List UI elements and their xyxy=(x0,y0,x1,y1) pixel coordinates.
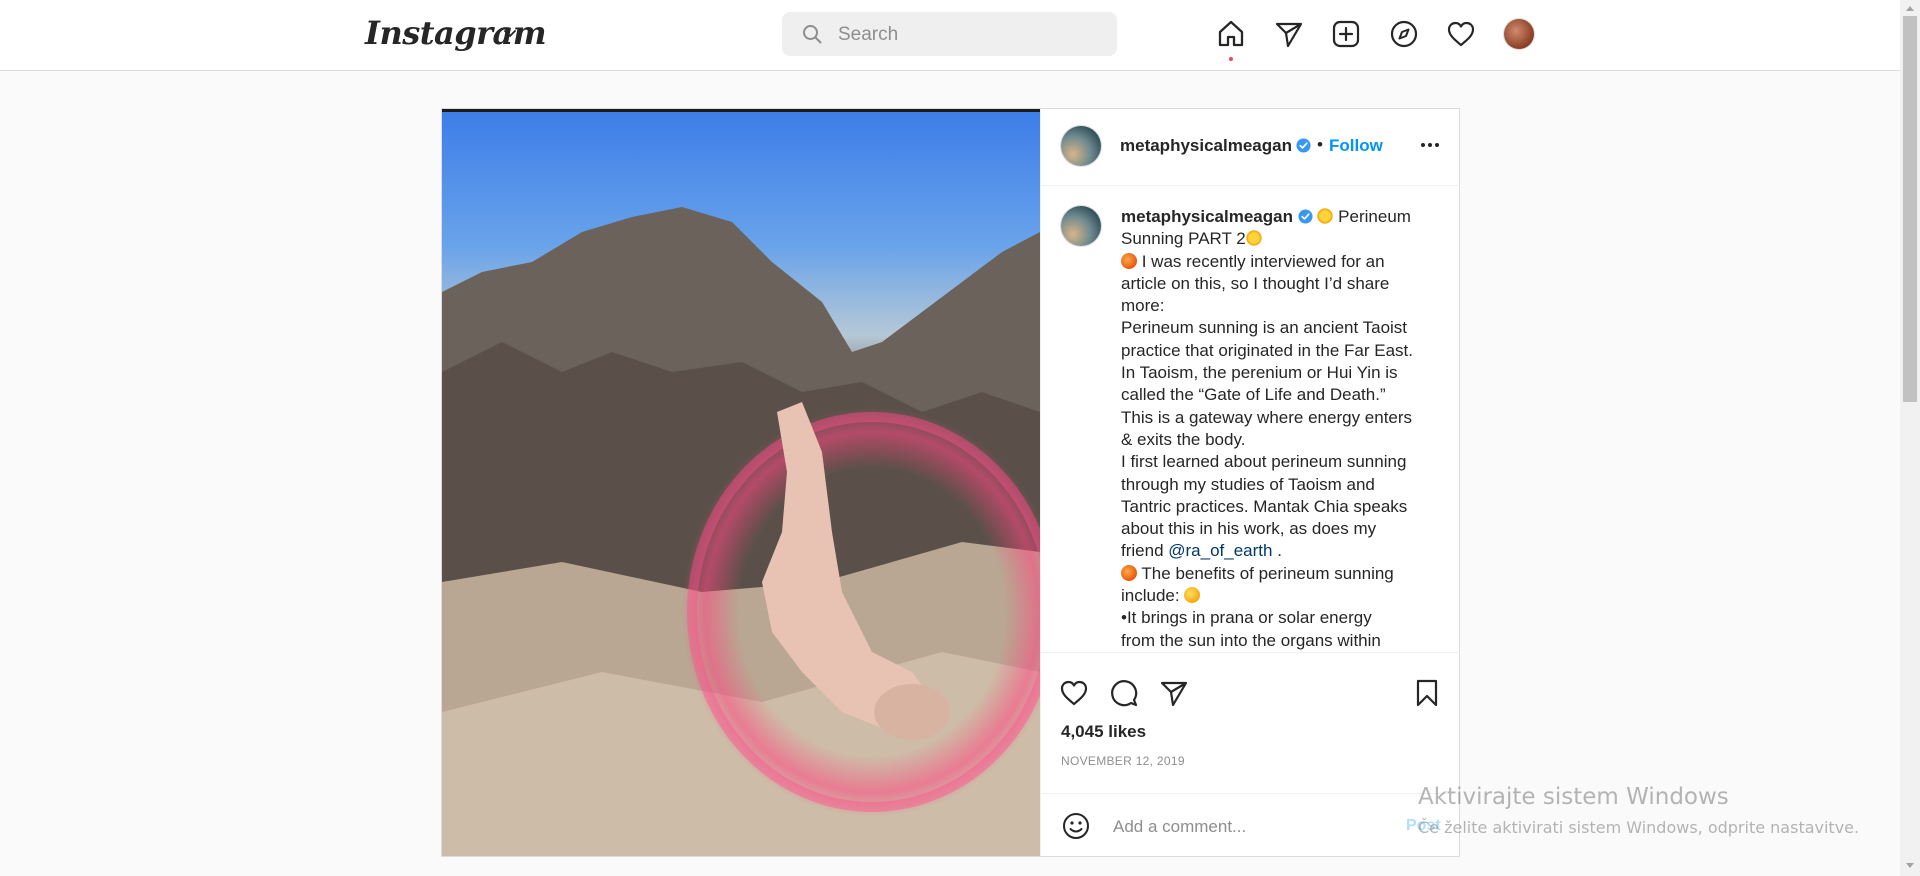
caption-line: Sunning PART 2 xyxy=(1121,228,1437,250)
caption-line: I was recently interviewed for an xyxy=(1121,251,1437,273)
windows-activation-subtitle: Če želite aktivirati sistem Windows, odp… xyxy=(1418,818,1860,837)
profile-avatar[interactable] xyxy=(1504,19,1534,49)
author-avatar[interactable] xyxy=(1061,126,1101,166)
caption-line: practice that originated in the Far East… xyxy=(1121,340,1413,360)
caption-line: include: xyxy=(1121,585,1437,607)
sun-emoji-icon xyxy=(1317,208,1334,224)
page-scrollbar[interactable] xyxy=(1900,0,1920,876)
author-name-row: metaphysicalmeagan xyxy=(1120,136,1311,156)
comment-icon[interactable] xyxy=(1109,678,1139,708)
like-heart-icon[interactable] xyxy=(1059,678,1089,708)
bookmark-icon[interactable] xyxy=(1412,678,1442,708)
caption-author-avatar[interactable] xyxy=(1061,206,1101,246)
top-navigation: Instagram xyxy=(0,0,1900,71)
verified-badge-icon xyxy=(1298,209,1313,224)
caption-line: called the “Gate of Life and Death.” xyxy=(1121,385,1386,405)
caption-segment: friend xyxy=(1121,541,1164,561)
post-date[interactable]: NOVEMBER 12, 2019 xyxy=(1061,754,1185,768)
caption-segment: I was recently interviewed for an xyxy=(1141,251,1385,271)
peach-emoji-icon xyxy=(1121,252,1137,269)
scroll-thumb[interactable] xyxy=(1903,16,1917,402)
photo-illustration xyxy=(442,207,1040,856)
caption-line: from the sun into the organs within xyxy=(1121,630,1381,650)
search-input[interactable] xyxy=(836,12,1100,58)
caption-username[interactable]: metaphysicalmeagan xyxy=(1121,207,1293,226)
more-options-icon[interactable] xyxy=(1418,133,1442,157)
caption-line: friend @ra_of_earth . xyxy=(1121,540,1437,562)
paper-plane-icon[interactable] xyxy=(1274,19,1304,49)
instagram-logo[interactable]: Instagram xyxy=(365,14,547,52)
plus-square-icon[interactable] xyxy=(1331,19,1361,49)
caption-segment: include: xyxy=(1121,586,1180,606)
separator-dot: • xyxy=(1317,135,1323,154)
scroll-up-arrow-icon[interactable] xyxy=(1905,4,1915,12)
caption-line: I first learned about perineum sunning xyxy=(1121,452,1407,472)
search-icon xyxy=(803,25,822,44)
home-icon[interactable] xyxy=(1216,19,1246,49)
follow-button[interactable]: Follow xyxy=(1329,136,1383,156)
caption-line: metaphysicalmeagan Perineum xyxy=(1121,206,1437,228)
caption-line: •It brings in prana or solar energy xyxy=(1121,608,1372,628)
notification-dot xyxy=(1229,57,1233,61)
caption-line: In Taoism, the perenium or Hui Yin is xyxy=(1121,363,1398,383)
search-bar[interactable] xyxy=(782,12,1117,58)
caption-line: Tantric practices. Mantak Chia speaks xyxy=(1121,496,1408,516)
emoji-icon[interactable] xyxy=(1061,811,1091,841)
compass-icon[interactable] xyxy=(1389,19,1419,49)
post-actions: 4,045 likes NOVEMBER 12, 2019 Post xyxy=(1041,652,1460,857)
caption-line: The benefits of perineum sunning xyxy=(1121,563,1437,585)
windows-activation-title: Aktivirajte sistem Windows xyxy=(1418,784,1729,810)
share-paper-plane-icon[interactable] xyxy=(1159,678,1189,708)
caption-text: metaphysicalmeagan Perineum Sunning PART… xyxy=(1121,206,1437,652)
caption-line: Perineum sunning is an ancient Taoist xyxy=(1121,318,1408,338)
verified-badge-icon xyxy=(1296,138,1311,153)
post-photo[interactable] xyxy=(442,109,1040,856)
comment-input[interactable] xyxy=(1111,812,1395,842)
caption-line: article on this, so I thought I’d share xyxy=(1121,273,1390,293)
chevron-down-icon[interactable] xyxy=(502,25,518,41)
mention-link[interactable]: @ra_of_earth xyxy=(1168,541,1272,560)
peach-emoji-icon xyxy=(1121,564,1137,581)
post-card: metaphysicalmeagan • Follow metaphysical… xyxy=(441,108,1460,857)
caption-segment: . xyxy=(1277,541,1282,561)
likes-count[interactable]: 4,045 likes xyxy=(1061,722,1146,742)
sun-emoji-icon xyxy=(1245,230,1262,247)
caption-line: through my studies of Taoism and xyxy=(1121,474,1375,494)
caption-line: This is a gateway where energy enters xyxy=(1121,407,1413,427)
comment-box: Post xyxy=(1041,793,1460,858)
caption-line: about this in his work, as does my xyxy=(1121,519,1377,539)
heart-icon[interactable] xyxy=(1446,19,1476,49)
caption-area[interactable]: metaphysicalmeagan Perineum Sunning PART… xyxy=(1041,186,1460,652)
post-details-panel: metaphysicalmeagan • Follow metaphysical… xyxy=(1040,109,1460,856)
post-header: metaphysicalmeagan • Follow xyxy=(1041,109,1460,186)
caption-line: & exits the body. xyxy=(1121,429,1246,449)
caption-segment: Sunning PART 2 xyxy=(1121,229,1246,249)
caption-line: more: xyxy=(1121,296,1165,316)
caption-segment: The benefits of perineum sunning xyxy=(1141,563,1394,583)
smiling-face-emoji-icon xyxy=(1184,587,1201,604)
author-username[interactable]: metaphysicalmeagan xyxy=(1120,136,1292,155)
caption-segment: Perineum xyxy=(1338,207,1411,226)
scroll-down-arrow-icon[interactable] xyxy=(1905,862,1915,870)
